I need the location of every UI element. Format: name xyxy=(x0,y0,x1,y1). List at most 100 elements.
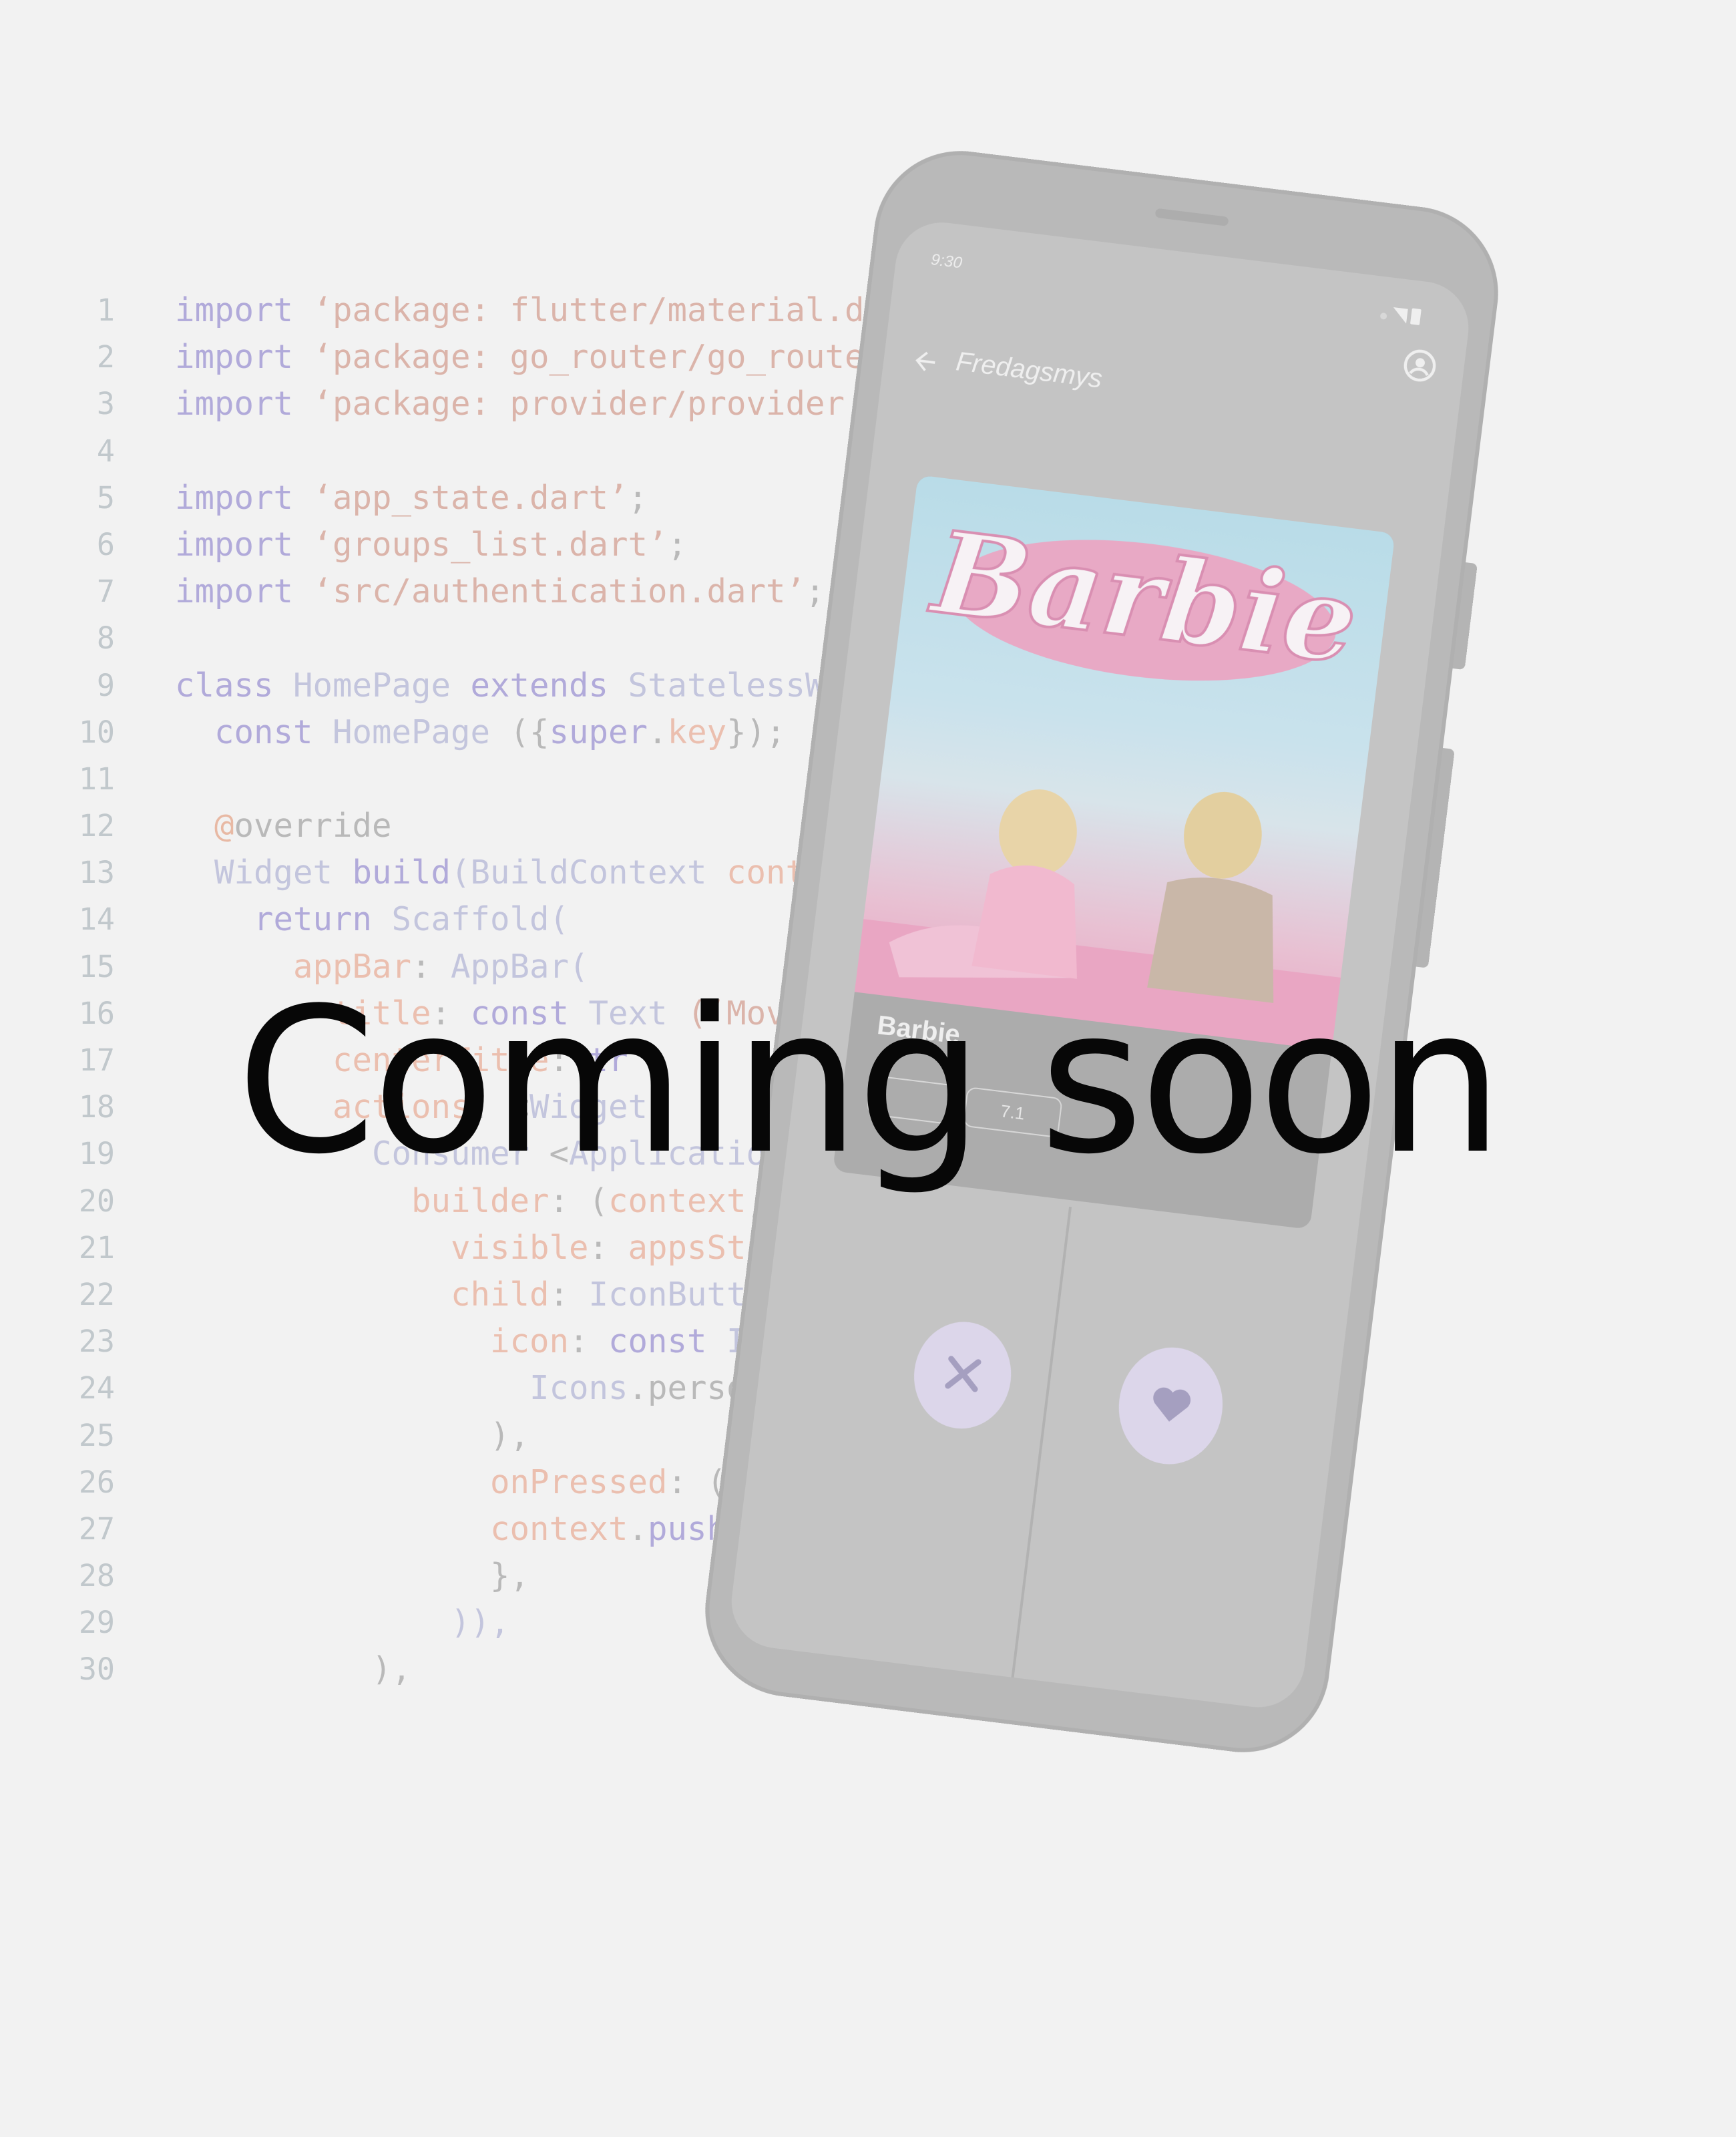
code-token: Widget xyxy=(175,853,353,892)
code-token: import xyxy=(175,385,313,423)
code-token: (BuildContext xyxy=(451,853,727,892)
code-token: )), xyxy=(175,1603,510,1642)
line-number: 21 xyxy=(78,1229,115,1266)
poster-logo-text: Barbie xyxy=(924,506,1364,690)
code-token: }); xyxy=(726,713,786,751)
code-token: const xyxy=(608,1322,727,1361)
code-text: const HomePage ({super.key}); xyxy=(175,709,786,756)
line-number: 14 xyxy=(78,902,115,938)
code-text: visible: appsSta xyxy=(175,1225,766,1272)
code-token: Icons xyxy=(175,1369,628,1408)
account-circle-icon[interactable] xyxy=(1401,347,1440,385)
code-token: import xyxy=(175,338,313,377)
line-number: 24 xyxy=(78,1370,115,1406)
code-token: ‘src/authentication.dart’ xyxy=(312,572,806,611)
code-token: ‘package: go_router/go_route xyxy=(312,338,865,377)
code-text: import ‘package: flutter/material.d xyxy=(175,287,865,334)
code-token: import xyxy=(175,291,313,329)
promo-canvas: 1 import ‘package: flutter/material.d 2 imp… xyxy=(0,0,1736,2137)
code-text: Icons.person xyxy=(175,1365,766,1412)
code-text: }, xyxy=(175,1553,529,1599)
line-number: 4 xyxy=(96,433,115,469)
page-title: Fredagsmys xyxy=(954,347,1104,394)
line-number: 5 xyxy=(96,479,115,516)
code-token: appsSta xyxy=(628,1228,767,1267)
code-text: import ‘package: go_router/go_route xyxy=(175,334,865,381)
code-token: child xyxy=(175,1275,550,1314)
line-number: 1 xyxy=(96,293,115,328)
line-number: 7 xyxy=(96,574,115,610)
code-token: : xyxy=(569,1322,609,1361)
code-text: icon: const Ic xyxy=(175,1318,766,1365)
line-number: 10 xyxy=(78,714,115,750)
line-number: 27 xyxy=(78,1511,115,1547)
coming-soon-headline: Coming soon xyxy=(236,965,1504,1198)
code-token: override xyxy=(234,807,392,845)
code-token: extends xyxy=(470,666,628,705)
line-number: 8 xyxy=(96,620,115,656)
code-token: context xyxy=(175,1509,628,1548)
code-token: . xyxy=(648,713,668,751)
line-number: 30 xyxy=(78,1652,115,1688)
code-token: HomePage xyxy=(293,666,471,705)
code-text: ), xyxy=(175,1646,411,1693)
heart-icon xyxy=(1144,1378,1197,1434)
code-token: key xyxy=(667,713,727,751)
code-token: : xyxy=(549,1275,589,1314)
code-token: ‘package: flutter/material.d xyxy=(312,291,865,329)
code-token: import xyxy=(175,478,313,517)
code-token: class xyxy=(175,666,294,705)
code-text: context.push( xyxy=(175,1506,746,1553)
code-token: ‘app_state.dart’ xyxy=(312,478,628,517)
code-token: HomePage xyxy=(333,713,510,751)
line-number: 12 xyxy=(78,808,115,844)
line-number: 25 xyxy=(78,1417,115,1453)
code-token: Scaffold( xyxy=(391,900,570,939)
line-number: 11 xyxy=(78,761,115,797)
code-token: build xyxy=(352,853,451,892)
code-token: StatelessW xyxy=(628,666,825,705)
screen-divider xyxy=(1011,1206,1072,1678)
arrow-back-icon[interactable] xyxy=(909,345,941,378)
code-token: super xyxy=(549,713,648,751)
signal-battery-icon xyxy=(1377,303,1439,330)
code-token: ), xyxy=(175,1416,530,1454)
line-number: 6 xyxy=(96,526,115,562)
code-token: : xyxy=(588,1228,628,1267)
code-text: return Scaffold( xyxy=(175,896,569,943)
code-token: ; xyxy=(667,525,688,564)
code-token: }, xyxy=(175,1557,530,1595)
code-token: const xyxy=(175,713,333,751)
code-text: import ‘src/authentication.dart’; xyxy=(175,568,825,615)
poster-logo: Barbie xyxy=(910,503,1379,704)
line-number: 9 xyxy=(96,667,115,703)
line-number: 13 xyxy=(78,855,115,891)
line-number: 22 xyxy=(78,1276,115,1312)
code-text: onPressed: () xyxy=(175,1459,746,1506)
code-token: . xyxy=(628,1509,648,1548)
code-token: import xyxy=(175,525,313,564)
dislike-button[interactable] xyxy=(907,1316,1018,1434)
code-text: import ‘package: provider/provider. xyxy=(175,381,865,427)
code-text: )), xyxy=(175,1599,510,1646)
code-token: visible xyxy=(175,1228,589,1267)
code-text: ), xyxy=(175,1412,529,1459)
code-text: Widget build(BuildContext cont xyxy=(175,849,805,896)
line-number: 28 xyxy=(78,1558,115,1594)
code-token: import xyxy=(175,572,313,611)
code-text: import ‘app_state.dart’; xyxy=(175,475,648,522)
code-text: @override xyxy=(175,803,392,849)
code-text: child: IconButto xyxy=(175,1272,766,1318)
code-token: ‘package: provider/provider. xyxy=(312,385,865,423)
line-number: 26 xyxy=(78,1464,115,1500)
close-icon xyxy=(936,1348,989,1403)
line-number: 29 xyxy=(78,1605,115,1641)
code-token: ; xyxy=(805,572,825,611)
code-token: icon xyxy=(175,1322,570,1361)
line-number: 23 xyxy=(78,1324,115,1360)
like-button[interactable] xyxy=(1112,1341,1229,1471)
code-token: ({ xyxy=(509,713,550,751)
code-token: ‘groups_list.dart’ xyxy=(312,525,668,564)
code-text: import ‘groups_list.dart’; xyxy=(175,522,687,568)
code-token: @ xyxy=(175,807,234,845)
